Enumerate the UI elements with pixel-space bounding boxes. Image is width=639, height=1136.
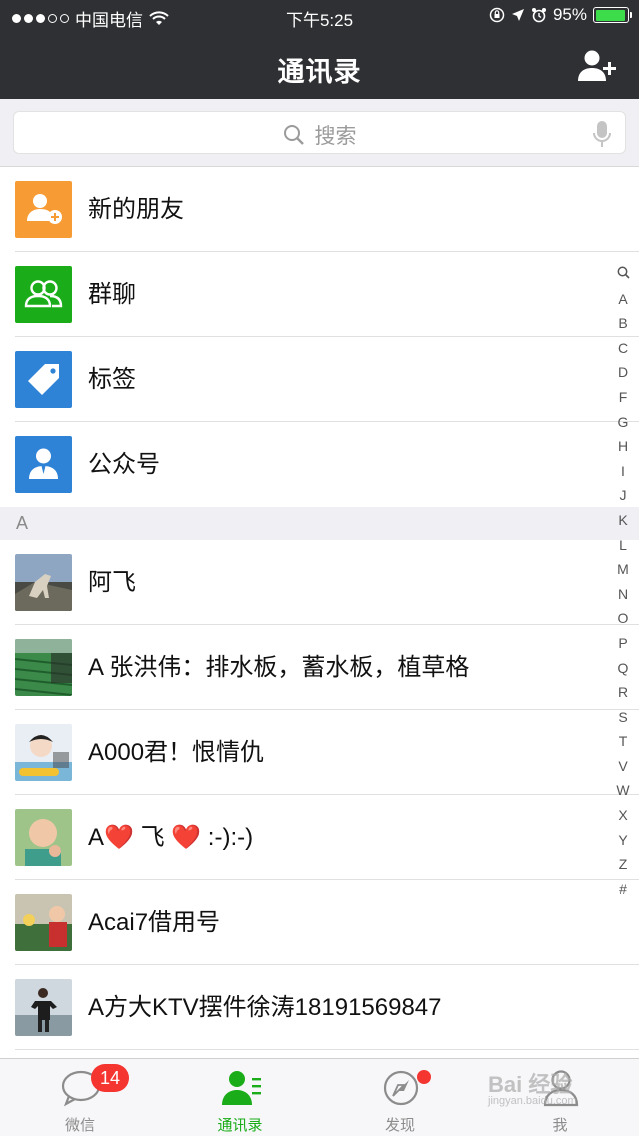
tab-label: 我 (552, 1117, 568, 1134)
contacts-icon (222, 1071, 261, 1105)
feature-label: 群聊 (88, 281, 136, 308)
rotation-lock-icon (489, 7, 505, 23)
index-letter[interactable]: J (620, 483, 627, 508)
feature-label: 公众号 (88, 451, 160, 478)
feature-label: 新的朋友 (88, 196, 184, 223)
contact-row[interactable]: A❤️ 飞 ❤️ :-):-) (0, 795, 639, 880)
unread-badge: 14 (91, 1064, 129, 1092)
tag-icon (15, 351, 72, 408)
index-letter[interactable]: C (618, 336, 628, 361)
alphabet-index[interactable]: A B C D F G H I J K L M N O P Q R S T V … (615, 262, 631, 901)
name-part: :-):-) (201, 824, 254, 851)
heart-icon: ❤️ (104, 824, 134, 851)
contact-row[interactable]: Acai7借用号 (0, 880, 639, 965)
heart-icon: ❤️ (171, 824, 202, 851)
battery-percent: 95% (552, 5, 587, 24)
name-part: 飞 (133, 824, 172, 851)
index-letter[interactable]: L (619, 533, 627, 558)
page-title: 通讯录 (277, 57, 362, 87)
baidu-watermark: Bai 经验 jingyan.baidu.com (488, 1072, 577, 1107)
new-friends-row[interactable]: 新的朋友 (0, 167, 639, 252)
tags-row[interactable]: 标签 (0, 337, 639, 422)
search-placeholder: 搜索 (314, 125, 357, 148)
compass-icon (383, 1070, 419, 1106)
contact-name: 阿飞 (88, 569, 136, 596)
new-friend-icon (15, 181, 72, 238)
avatar (15, 554, 72, 611)
avatar (15, 809, 72, 866)
contact-row[interactable]: A000君！恨情仇 (0, 710, 639, 795)
location-icon (511, 9, 524, 21)
tab-discover[interactable]: 发现 (320, 1059, 480, 1136)
header: 中国电信 下午5:25 95% 通讯录 (0, 0, 639, 99)
alarm-icon (531, 8, 546, 23)
index-letter[interactable]: F (619, 385, 628, 410)
avatar (15, 639, 72, 696)
index-letter[interactable]: W (616, 778, 629, 803)
tab-bar: 14 微信 通讯录 发现 我 Bai 经验 jingyan.baidu.com (0, 1058, 639, 1136)
microphone-icon[interactable] (593, 120, 611, 148)
feature-label: 标签 (88, 366, 136, 393)
tab-chats[interactable]: 14 微信 (0, 1059, 160, 1136)
index-letter[interactable]: O (618, 606, 629, 631)
contact-name: A方大KTV摆件徐涛18191569847 (88, 994, 442, 1021)
contact-row[interactable]: A 张洪伟：排水板，蓄水板，植草格 (0, 625, 639, 710)
index-letter[interactable]: I (621, 459, 625, 484)
index-letter[interactable]: D (618, 360, 628, 385)
tab-label: 微信 (64, 1117, 95, 1134)
group-chat-icon (15, 266, 72, 323)
index-letter[interactable]: # (619, 877, 627, 902)
index-search-icon[interactable] (617, 262, 630, 287)
index-letter[interactable]: X (618, 803, 627, 828)
name-part: A (88, 824, 105, 851)
index-letter[interactable]: Y (618, 828, 627, 853)
contact-name: A000君！恨情仇 (88, 739, 265, 766)
tab-contacts[interactable]: 通讯录 (160, 1059, 320, 1136)
index-letter[interactable]: B (618, 311, 627, 336)
avatar (15, 724, 72, 781)
index-letter[interactable]: V (618, 754, 627, 779)
contact-name: A 张洪伟：排水板，蓄水板，植草格 (88, 654, 470, 681)
search-input[interactable]: 搜索 (13, 111, 626, 154)
index-letter[interactable]: S (618, 705, 627, 730)
group-chats-row[interactable]: 群聊 (0, 252, 639, 337)
contact-row[interactable]: A方大KTV摆件徐涛18191569847 (0, 965, 639, 1050)
index-letter[interactable]: A (618, 287, 627, 312)
index-letter[interactable]: K (618, 508, 627, 533)
tab-label: 通讯录 (217, 1117, 263, 1134)
index-letter[interactable]: P (618, 631, 627, 656)
official-account-icon (15, 436, 72, 493)
search-bar: 搜索 (0, 99, 639, 167)
index-letter[interactable]: H (618, 434, 628, 459)
contact-name: A❤️ 飞 ❤️ :-):-) (88, 795, 253, 880)
index-letter[interactable]: Z (619, 852, 628, 877)
index-letter[interactable]: R (618, 680, 628, 705)
contact-name: Acai7借用号 (88, 909, 221, 936)
tab-label: 发现 (384, 1117, 415, 1134)
index-letter[interactable]: N (618, 582, 628, 607)
section-header-a: A (0, 507, 639, 540)
battery-icon (593, 7, 632, 23)
avatar (15, 894, 72, 951)
index-letter[interactable]: Q (618, 656, 629, 681)
contact-row[interactable]: 阿飞 (0, 540, 639, 625)
status-bar: 中国电信 下午5:25 95% (0, 0, 639, 34)
search-icon (283, 125, 304, 145)
index-letter[interactable]: M (617, 557, 629, 582)
divider (15, 1049, 639, 1050)
index-letter[interactable]: T (619, 729, 628, 754)
avatar (15, 979, 72, 1036)
notification-dot (417, 1070, 431, 1084)
index-letter[interactable]: G (618, 410, 629, 435)
official-accounts-row[interactable]: 公众号 (0, 422, 639, 507)
add-contact-icon[interactable] (577, 48, 617, 84)
